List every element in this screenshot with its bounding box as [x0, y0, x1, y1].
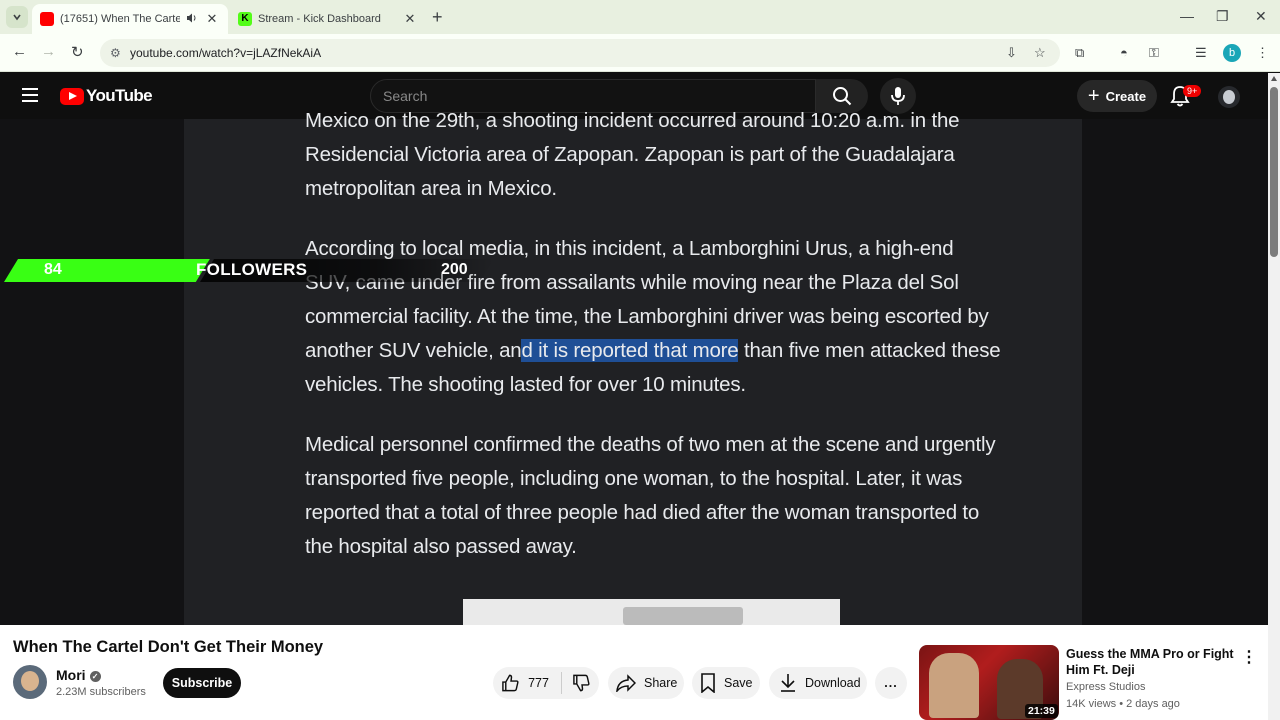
share-icon: [616, 674, 636, 692]
thumbs-down-icon[interactable]: [572, 673, 591, 693]
thumbs-up-icon[interactable]: [501, 673, 520, 693]
site-info-icon[interactable]: ⚙: [110, 46, 121, 60]
more-vert-icon[interactable]: ⋮: [1241, 647, 1257, 667]
followers-count: 84: [44, 261, 62, 278]
create-button[interactable]: + Create: [1077, 80, 1157, 112]
article-image: [463, 599, 840, 625]
close-tab-icon[interactable]: ✕: [204, 11, 220, 27]
address-bar[interactable]: ⚙ youtube.com/watch?v=jLAZfNekAiA: [100, 39, 1060, 67]
followers-goal: 200: [441, 261, 468, 278]
text-highlight: d it is reported that more: [521, 339, 739, 362]
text-line: transported five people, including one w…: [305, 467, 963, 490]
youtube-play-icon: [60, 87, 84, 105]
recommended-title[interactable]: Guess the MMA Pro or Fight Him Ft. Deji: [1066, 646, 1236, 678]
text-line: Mexico on the 29th, a shooting incident …: [305, 109, 960, 132]
menu-icon[interactable]: [22, 88, 38, 102]
reading-list-icon[interactable]: ☰: [1195, 45, 1207, 61]
browser-toolbar: ← → ↻ ⚙ youtube.com/watch?v=jLAZfNekAiA …: [0, 34, 1280, 72]
bookmark-star-icon[interactable]: ☆: [1034, 45, 1046, 61]
download-label: Download: [805, 676, 861, 690]
tab-title: Stream - Kick Dashboard: [258, 13, 381, 25]
highlighted-text-line: another SUV vehicle, and it is reported …: [305, 334, 1025, 368]
scrollbar-thumb[interactable]: [1270, 87, 1278, 257]
tab-search-button[interactable]: [6, 6, 28, 28]
save-label: Save: [724, 676, 753, 690]
youtube-favicon-icon: [40, 12, 54, 26]
divider: [560, 672, 562, 694]
close-tab-icon[interactable]: ✕: [402, 11, 418, 27]
article-paragraph-1: Mexico on the 29th, a shooting incident …: [305, 104, 1025, 206]
text-line: Medical personnel confirmed the deaths o…: [305, 433, 996, 456]
like-count[interactable]: 777: [528, 676, 549, 690]
channel-name[interactable]: Mori ✓: [56, 667, 101, 683]
tab-youtube[interactable]: (17651) When The Cartel Do ✕: [32, 4, 228, 34]
subscriber-count: 2.23M subscribers: [56, 686, 146, 698]
scroll-up-arrow-icon[interactable]: [1271, 76, 1277, 81]
password-key-icon[interactable]: ⚿: [1149, 45, 1159, 61]
goal-bar-fill: [4, 259, 210, 282]
followers-goal-overlay: 84 FOLLOWERS 200: [4, 259, 494, 282]
share-button[interactable]: Share: [608, 667, 684, 699]
close-window-icon[interactable]: ✕: [1255, 8, 1267, 25]
text-line: Residencial Victoria area of Zapopan. Za…: [305, 143, 955, 166]
browser-profile-avatar[interactable]: b: [1223, 44, 1241, 62]
video-details: When The Cartel Don't Get Their Money Mo…: [0, 625, 1268, 720]
kick-favicon-icon: K: [238, 12, 252, 26]
speaker-icon[interactable]: [186, 12, 198, 27]
download-icon: [781, 674, 795, 692]
verified-check-icon: ✓: [89, 671, 101, 682]
bookmark-icon: [701, 673, 715, 693]
subscribe-button[interactable]: Subscribe: [163, 668, 241, 698]
chevron-down-icon: [13, 14, 21, 21]
extensions-icon[interactable]: ⧉: [1075, 45, 1084, 61]
tab-title: (17651) When The Cartel Do: [60, 13, 180, 25]
youtube-logo-text: YouTube: [86, 86, 153, 105]
text-line: the hospital also passed away.: [305, 535, 577, 558]
browser-tab-bar: (17651) When The Cartel Do ✕ K Stream - …: [0, 0, 1280, 34]
download-button[interactable]: Download: [769, 667, 867, 699]
text-after-highlight: than five men attacked these: [738, 339, 1001, 362]
save-button[interactable]: Save: [692, 667, 760, 699]
channel-avatar[interactable]: [13, 665, 47, 699]
youtube-logo[interactable]: YouTube: [60, 86, 153, 106]
reload-icon[interactable]: ↻: [71, 43, 84, 61]
like-dislike-group: 777: [493, 667, 599, 699]
followers-label: FOLLOWERS: [196, 260, 308, 279]
new-tab-button[interactable]: +: [432, 7, 443, 28]
tab-kick-dashboard[interactable]: K Stream - Kick Dashboard ✕: [230, 4, 426, 34]
user-avatar[interactable]: [1218, 86, 1240, 108]
video-duration-badge: 21:39: [1025, 704, 1058, 718]
text-line: metropolitan area in Mexico.: [305, 177, 557, 200]
plus-icon: +: [1087, 84, 1100, 107]
incognito-icon[interactable]: ◓: [1120, 45, 1128, 60]
channel-name-text: Mori: [56, 667, 86, 683]
text-before-highlight: another SUV vehicle, an: [305, 339, 522, 362]
back-icon[interactable]: ←: [12, 43, 27, 60]
more-actions-button[interactable]: ...: [875, 667, 907, 699]
forward-icon[interactable]: →: [41, 43, 56, 60]
create-label: Create: [1105, 88, 1147, 104]
page-scrollbar[interactable]: [1268, 73, 1280, 720]
microphone-icon: [891, 87, 905, 105]
article-paragraph-3: Medical personnel confirmed the deaths o…: [305, 428, 1025, 564]
recommended-channel[interactable]: Express Studios: [1066, 681, 1145, 693]
restore-icon[interactable]: ❐: [1216, 8, 1229, 25]
share-label: Share: [644, 676, 678, 690]
search-icon: [833, 87, 852, 106]
recommended-meta: 14K views • 2 days ago: [1066, 698, 1180, 710]
video-title: When The Cartel Don't Get Their Money: [13, 638, 324, 656]
notification-count-badge: 9+: [1183, 85, 1202, 97]
article-paragraph-2: According to local media, in this incide…: [305, 232, 1025, 402]
text-line: commercial facility. At the time, the La…: [305, 305, 989, 328]
install-app-icon[interactable]: ⇩: [1006, 45, 1017, 61]
minimize-icon[interactable]: —: [1180, 8, 1194, 24]
browser-menu-icon[interactable]: ⋮: [1256, 45, 1269, 61]
url-text: youtube.com/watch?v=jLAZfNekAiA: [130, 46, 322, 60]
text-line: vehicles. The shooting lasted for over 1…: [305, 373, 746, 396]
text-line: reported that a total of three people ha…: [305, 501, 980, 524]
